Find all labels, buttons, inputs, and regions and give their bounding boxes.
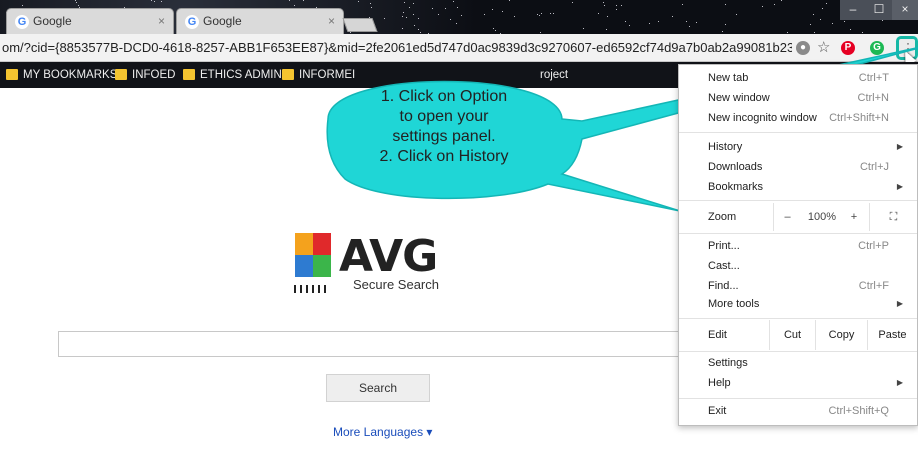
avg-logo-subtitle: Secure Search xyxy=(353,277,439,292)
more-languages-link[interactable]: More Languages ▾ xyxy=(333,425,432,439)
menu-separator xyxy=(679,233,917,234)
google-favicon-icon: G xyxy=(185,15,199,29)
submenu-arrow-icon: ▶ xyxy=(896,299,903,308)
google-favicon-icon: G xyxy=(15,15,29,29)
new-tab-button[interactable] xyxy=(342,18,378,32)
maximize-button[interactable]: ☐ xyxy=(866,0,892,20)
tab-google-1[interactable]: G Google × xyxy=(6,8,174,34)
pinterest-icon[interactable]: P xyxy=(841,41,855,55)
zoom-out-button[interactable]: – xyxy=(773,203,801,231)
bookmark-ethics-admin[interactable]: ETHICS ADMIN xyxy=(183,68,282,82)
avg-logo-text: AVG xyxy=(339,231,438,282)
menu-edit-row: Edit Cut Copy Paste xyxy=(679,320,917,350)
bookmark-star-icon[interactable]: ☆ xyxy=(817,38,830,56)
tab-label: Google xyxy=(33,14,72,28)
minimize-button[interactable]: – xyxy=(840,0,866,20)
cut-button[interactable]: Cut xyxy=(769,320,815,350)
menu-item-more-tools[interactable]: More tools ▶ xyxy=(679,294,917,314)
avg-logo-mark-icon xyxy=(294,233,331,293)
submenu-arrow-icon: ▶ xyxy=(896,182,903,191)
instruction-callout: 1. Click on Option to open your settings… xyxy=(320,46,918,212)
close-tab-icon[interactable]: × xyxy=(328,9,335,34)
menu-separator xyxy=(679,318,917,319)
address-bar: om/?cid={8853577B-DCD0-4618-8257-ABB1F65… xyxy=(0,34,918,62)
search-button[interactable]: Search xyxy=(326,374,430,402)
menu-separator xyxy=(679,200,917,201)
menu-separator xyxy=(679,351,917,352)
avg-logo: AVG Secure Search xyxy=(291,227,451,297)
search-input[interactable] xyxy=(58,331,698,357)
menu-item-bookmarks[interactable]: Bookmarks ▶ xyxy=(679,177,917,197)
menu-separator xyxy=(679,398,917,399)
submenu-arrow-icon: ▶ xyxy=(896,378,903,387)
bookmark-my-bookmarks[interactable]: MY BOOKMARKS xyxy=(6,68,117,82)
paste-button[interactable]: Paste xyxy=(867,320,917,350)
tab-label: Google xyxy=(203,14,242,28)
zoom-label: Zoom xyxy=(708,211,737,223)
menu-separator xyxy=(679,132,917,133)
menu-item-cast[interactable]: Cast... xyxy=(679,256,917,276)
folder-icon xyxy=(115,69,127,80)
fullscreen-icon[interactable]: ⛶ xyxy=(869,203,917,231)
close-window-button[interactable]: × xyxy=(892,0,918,20)
menu-item-settings[interactable]: Settings xyxy=(679,353,917,373)
zoom-in-button[interactable]: + xyxy=(843,203,865,231)
menu-item-new-window[interactable]: New window Ctrl+N xyxy=(679,88,917,108)
tab-strip: G Google × G Google × – ☐ × xyxy=(0,0,918,34)
chrome-settings-menu: New tab Ctrl+T New window Ctrl+N New incog… xyxy=(678,64,918,426)
submenu-arrow-icon: ▶ xyxy=(896,142,903,151)
menu-item-history[interactable]: History ▶ xyxy=(679,137,917,157)
folder-icon xyxy=(282,69,294,80)
menu-zoom-row: Zoom – 100% + ⛶ xyxy=(679,203,917,231)
folder-icon xyxy=(183,69,195,80)
callout-text: 1. Click on Option to open your settings… xyxy=(379,88,509,165)
url-field[interactable]: om/?cid={8853577B-DCD0-4618-8257-ABB1F65… xyxy=(2,40,792,55)
close-tab-icon[interactable]: × xyxy=(158,9,165,34)
extension-icon[interactable]: G xyxy=(870,41,884,55)
edit-label: Edit xyxy=(708,329,727,341)
menu-item-print[interactable]: Print... Ctrl+P xyxy=(679,236,917,256)
folder-icon xyxy=(6,69,18,80)
cookie-icon[interactable]: ● xyxy=(796,41,810,55)
menu-item-downloads[interactable]: Downloads Ctrl+J xyxy=(679,157,917,177)
copy-button[interactable]: Copy xyxy=(815,320,867,350)
menu-item-exit[interactable]: Exit Ctrl+Shift+Q xyxy=(679,401,917,421)
tab-google-2[interactable]: G Google × xyxy=(176,8,344,34)
bookmark-infoed[interactable]: INFOED xyxy=(115,68,175,82)
menu-item-find[interactable]: Find... Ctrl+F xyxy=(679,276,917,296)
zoom-value: 100% xyxy=(807,211,837,223)
menu-item-new-incognito[interactable]: New incognito window Ctrl+Shift+N xyxy=(679,108,917,128)
menu-item-help[interactable]: Help ▶ xyxy=(679,373,917,393)
menu-item-new-tab[interactable]: New tab Ctrl+T xyxy=(679,68,917,88)
url-text: om/?cid={8853577B-DCD0-4618-8257-ABB1F65… xyxy=(2,40,792,55)
